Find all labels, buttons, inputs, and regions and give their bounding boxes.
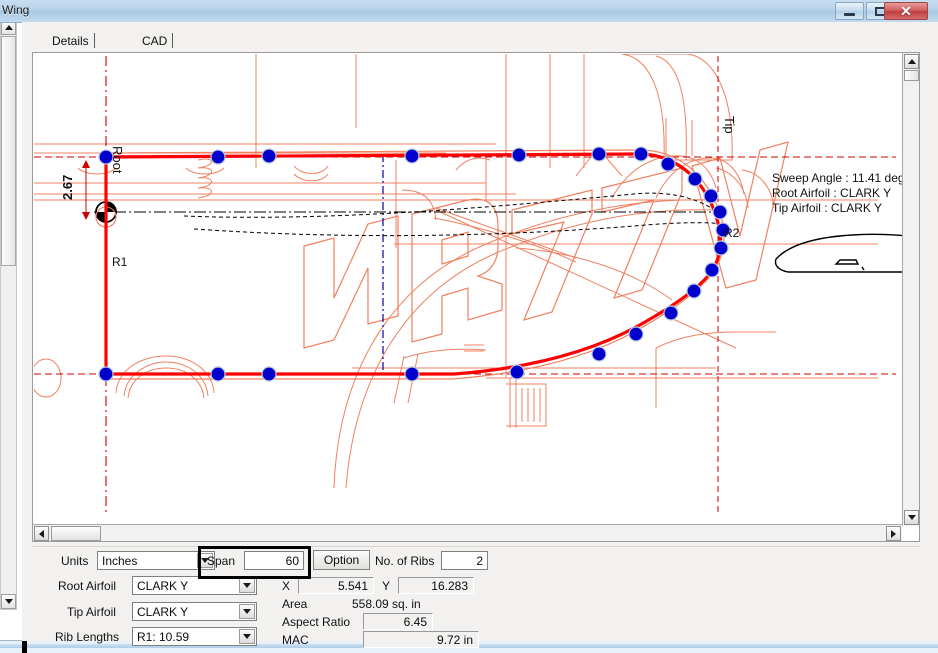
units-value: Inches (102, 554, 138, 568)
tip-airfoil-label: Tip Airfoil (67, 605, 116, 619)
close-button[interactable]: ✕ (884, 2, 928, 20)
scroll-right-icon[interactable] (886, 526, 901, 541)
mac-label: MAC (282, 633, 309, 647)
info-line-1: Root Airfoil : CLARK Y (772, 186, 891, 200)
dialog-client-area: Details CAD Root Tip 2.67 R1 R2 Sweep An… (22, 22, 938, 648)
chevron-down-icon[interactable] (239, 604, 255, 619)
tab-details[interactable]: Details (44, 30, 97, 52)
root-label: Root (110, 146, 125, 174)
minimize-button[interactable] (835, 2, 864, 20)
x-value-box: 5.541 (298, 577, 374, 594)
title-bar[interactable]: Wing ✕ (0, 0, 938, 23)
y-label: Y (382, 579, 391, 593)
chevron-down-icon[interactable] (239, 578, 255, 593)
aspect-ratio-value: 6.45 (403, 615, 427, 629)
wing-parameters-form: Units Inches Span 60 Option No. of Ribs … (32, 546, 920, 648)
close-icon: ✕ (900, 3, 912, 19)
root-airfoil-select[interactable]: CLARK Y (132, 576, 257, 595)
tip-label: Tip (722, 116, 737, 134)
span-label: Span (207, 554, 236, 568)
y-value: 16.283 (431, 579, 468, 593)
x-label: X (282, 579, 291, 593)
rib-lengths-value: R1: 10.59 (137, 630, 190, 644)
root-airfoil-value: CLARK Y (137, 579, 189, 593)
info-line-0: Sweep Angle : 11.41 degr (772, 171, 903, 185)
ribs-label: No. of Ribs (375, 554, 435, 568)
tab-cad[interactable]: CAD (134, 30, 175, 52)
window-title: Wing (2, 3, 30, 17)
tab-separator (172, 33, 174, 48)
area-value: 558.09 sq. in (352, 597, 421, 611)
aspect-ratio-value-box: 6.45 (363, 613, 433, 630)
ribs-value: 2 (476, 554, 483, 568)
tab-strip: Details CAD (34, 30, 932, 52)
wing-planform-drawing: Root Tip 2.67 R1 R2 Sweep Angle : 11.41 … (34, 54, 903, 514)
wing-dialog: Wing ✕ Details CAD Root Tip 2.67 R1 R2 S… (0, 0, 938, 653)
option-button[interactable]: Option (313, 550, 370, 570)
rib-lengths-label: Rib Lengths (55, 630, 120, 644)
tip-airfoil-value: CLARK Y (137, 605, 189, 619)
airfoil-preview (774, 233, 903, 273)
scroll-down-icon[interactable] (904, 510, 919, 525)
chevron-down-icon[interactable] (239, 629, 255, 644)
drawing-vertical-scrollbar[interactable] (902, 53, 919, 526)
cad-canvas[interactable]: Root Tip 2.67 R1 R2 Sweep Angle : 11.41 … (34, 54, 903, 525)
span-input[interactable]: 60 (244, 551, 304, 570)
rib2-label: R2 (724, 226, 740, 240)
control-points (98, 146, 731, 382)
mac-value-box: 9.72 in (363, 631, 479, 648)
y-value-box: 16.283 (398, 577, 474, 594)
minimize-icon (844, 12, 855, 16)
units-select[interactable]: Inches (97, 551, 215, 570)
vertical-scroll-thumb[interactable] (904, 70, 919, 81)
units-label: Units (61, 554, 89, 568)
option-button-label: Option (323, 553, 360, 567)
aspect-ratio-label: Aspect Ratio (282, 615, 351, 629)
rib1-label: R1 (112, 255, 128, 269)
span-value: 60 (285, 554, 299, 568)
x-value: 5.541 (337, 579, 368, 593)
root-airfoil-label: Root Airfoil (58, 579, 117, 593)
info-text-block: Sweep Angle : 11.41 degr Root Airfoil : … (772, 171, 903, 215)
tab-cad-label: CAD (142, 34, 168, 48)
mac-value: 9.72 in (436, 633, 473, 647)
ribs-input[interactable]: 2 (441, 551, 488, 570)
tab-separator (93, 33, 95, 48)
scroll-left-icon[interactable] (34, 526, 49, 541)
rib-lengths-select[interactable]: R1: 10.59 (132, 627, 257, 646)
dimension-label: 2.67 (60, 175, 75, 200)
cad-drawing-panel[interactable]: Root Tip 2.67 R1 R2 Sweep Angle : 11.41 … (32, 52, 920, 542)
horizontal-scroll-thumb[interactable] (51, 526, 101, 541)
scroll-up-icon[interactable] (904, 54, 919, 69)
info-line-2: Tip Airfoil : CLARK Y (772, 201, 882, 215)
tab-details-label: Details (52, 34, 89, 48)
area-label: Area (282, 597, 308, 611)
tip-airfoil-select[interactable]: CLARK Y (132, 602, 257, 621)
drawing-horizontal-scrollbar[interactable] (33, 524, 902, 541)
